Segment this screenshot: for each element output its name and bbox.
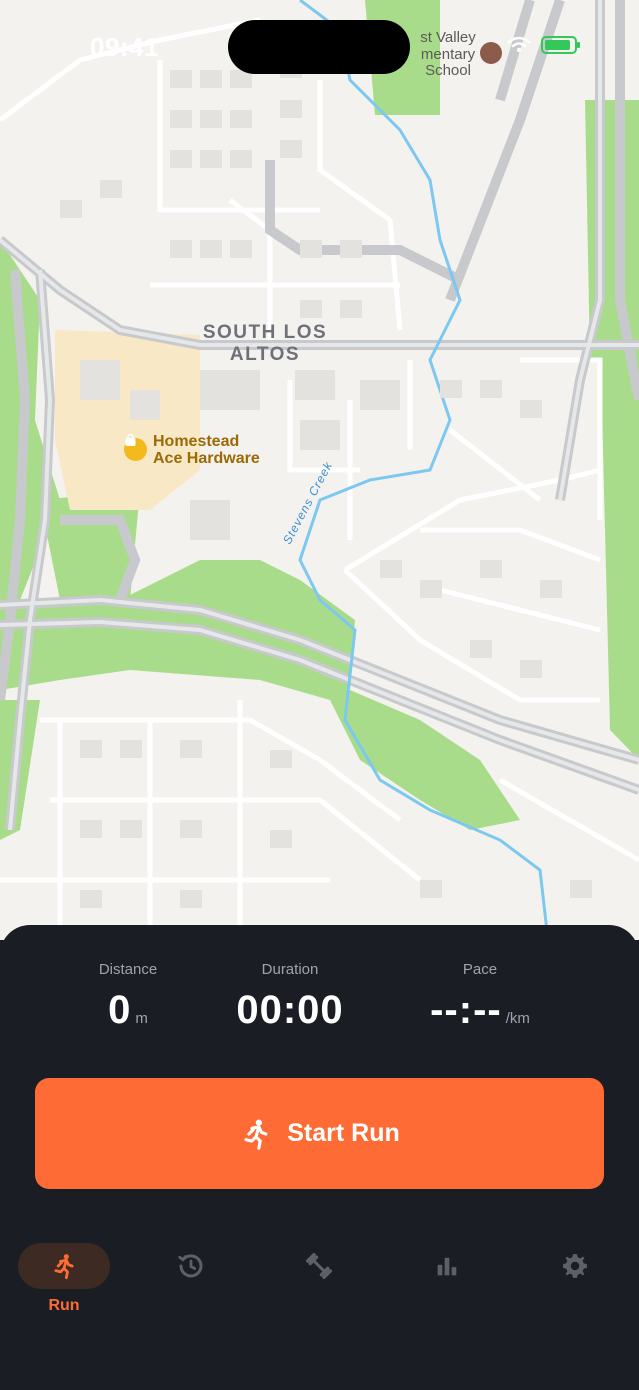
dynamic-island (228, 20, 410, 74)
tab-run-icon-wrap (18, 1243, 110, 1289)
run-panel: Distance 0m Duration 00:00 Pace --:--/km… (0, 925, 639, 1390)
battery-icon (541, 36, 580, 54)
area-label: SOUTH LOS ALTOS (202, 322, 328, 365)
runner-icon (54, 1254, 74, 1280)
poi-name-line2: Ace Hardware (153, 449, 260, 467)
wifi-icon (507, 36, 531, 53)
runner-icon (244, 1119, 268, 1150)
dumbbell-icon (306, 1253, 332, 1279)
distance-unit: m (135, 1010, 148, 1027)
duration-value: 00:00 (236, 988, 344, 1032)
stat-pace: Pace --:--/km (400, 961, 560, 1033)
poi-homestead-ace-hardware[interactable]: Homestead Ace Hardware (124, 433, 260, 468)
pace-label: Pace (462, 961, 498, 978)
tab-history[interactable] (143, 1243, 239, 1335)
status-time: 09:41 (90, 32, 159, 62)
distance-label: Distance (98, 961, 158, 978)
status-icons (507, 36, 580, 54)
bar-chart-icon (437, 1257, 457, 1276)
tab-run-label: Run (48, 1297, 80, 1314)
status-bar: 09:41 (0, 0, 639, 90)
tab-settings[interactable] (527, 1243, 623, 1335)
history-icon (178, 1254, 203, 1278)
stat-distance: Distance 0m (68, 961, 188, 1033)
tab-stats[interactable] (399, 1243, 495, 1335)
gear-icon (563, 1254, 587, 1278)
tab-workouts[interactable] (271, 1243, 367, 1335)
tab-run[interactable]: Run (16, 1243, 112, 1335)
battery-level (545, 40, 570, 50)
start-run-button[interactable]: Start Run (35, 1078, 604, 1189)
pace-unit: /km (505, 1010, 530, 1027)
pace-value: --:-- (430, 988, 502, 1032)
shopping-bag-icon (124, 434, 147, 461)
poi-name-line1: Homestead (153, 433, 240, 450)
start-run-label: Start Run (287, 1119, 400, 1147)
distance-value: 0 (108, 988, 132, 1032)
tab-bar: Run (0, 1243, 639, 1343)
duration-label: Duration (261, 961, 319, 978)
map-view[interactable]: SOUTH LOS ALTOS Homestead Ace Hardware s… (0, 0, 639, 940)
stat-duration: Duration 00:00 (210, 961, 370, 1033)
